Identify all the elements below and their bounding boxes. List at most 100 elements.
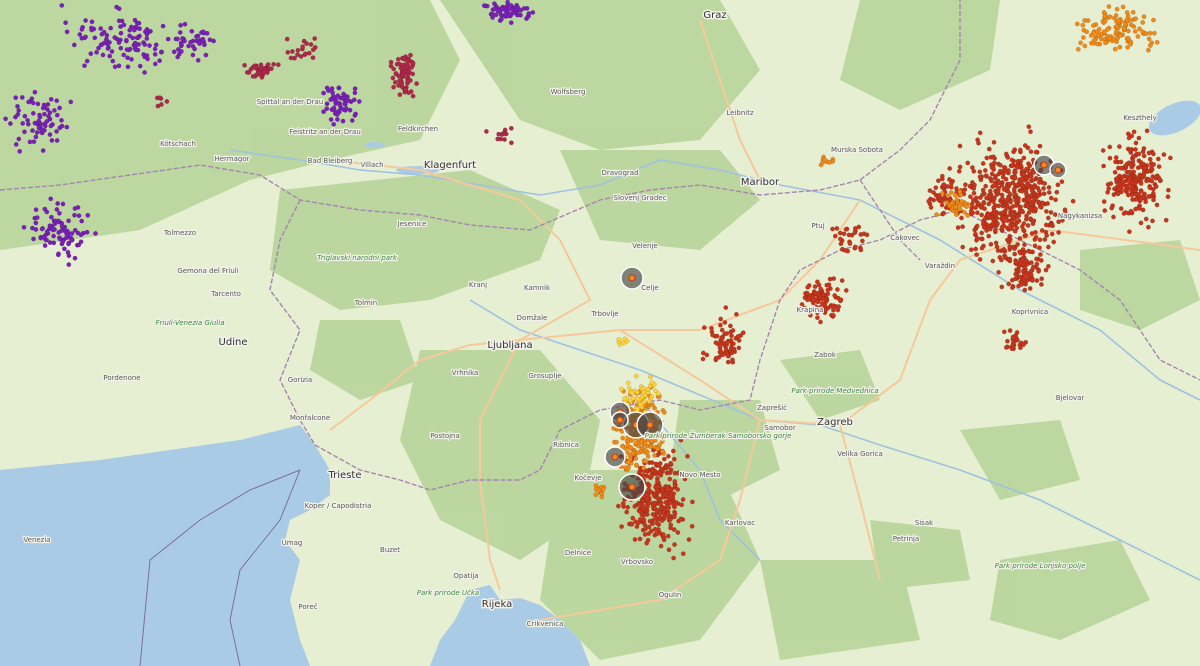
lightning-strike-67 (157, 58, 163, 64)
lightning-strike-973 (1031, 218, 1037, 224)
lightning-strike-106 (104, 37, 109, 43)
lightning-strike-162 (27, 139, 33, 145)
lightning-strike-2346 (655, 446, 660, 452)
lightning-strike-2394 (599, 491, 605, 496)
lightning-strike-83 (132, 45, 138, 51)
lightning-strike-321 (328, 117, 334, 122)
lightning-strike-603 (965, 160, 971, 166)
lightning-strike-915 (986, 146, 992, 152)
lightning-strike-965 (975, 210, 980, 216)
lightning-strike-1625 (736, 337, 742, 343)
lightning-strike-1369 (1028, 272, 1034, 278)
lightning-strike-907 (989, 178, 994, 184)
place-label-keszthely: Keszthely (1123, 114, 1156, 122)
lightning-strike-1827 (625, 504, 631, 510)
lightning-strike-539 (397, 61, 402, 67)
lightning-strike-2013 (1117, 44, 1123, 50)
lightning-strike-883 (993, 240, 999, 246)
lightning-strike-1113 (1136, 135, 1142, 141)
lightning-strike-349 (356, 99, 362, 104)
lightning-strike-919 (1054, 189, 1060, 195)
lightning-strike-1019 (1025, 203, 1031, 209)
lightning-strike-386 (508, 20, 514, 26)
place-label-zagreb: Zagreb (817, 417, 853, 428)
lightning-strike-140 (34, 130, 40, 135)
lightning-strike-2270 (645, 454, 651, 459)
lightning-strike-170 (16, 136, 22, 142)
lightning-strike-1631 (730, 359, 736, 365)
lightning-strike-173 (42, 111, 47, 117)
lightning-map[interactable]: Graz Klagenfurt Maribor Ljubljana Zagreb Trie… (0, 0, 1200, 666)
lightning-strike-1946 (652, 526, 658, 532)
lightning-strike-257 (60, 239, 66, 245)
place-label-kamnik: Kamnik (524, 284, 551, 292)
strike-cluster-marker[interactable] (618, 473, 646, 501)
lightning-strike-1238 (1111, 192, 1117, 198)
lightning-strike-306 (188, 39, 194, 45)
lightning-strike-515 (390, 75, 396, 81)
lightning-strike-1053 (1022, 143, 1028, 148)
lightning-strike-1054 (989, 165, 995, 170)
place-label-tarcento: Tarcento (210, 290, 241, 298)
lightning-strike-256 (72, 255, 78, 261)
lightning-strike-239 (54, 207, 60, 212)
lightning-strike-198 (65, 249, 71, 255)
lightning-strike-528 (403, 87, 409, 93)
lightning-strike-1293 (1140, 207, 1146, 213)
lightning-strike-122 (54, 128, 59, 134)
lightning-strike-291 (189, 28, 195, 34)
strike-cluster-marker[interactable] (1049, 161, 1067, 179)
lightning-strike-1768 (632, 503, 638, 509)
lightning-strike-869 (1017, 147, 1023, 153)
lightning-strike-2037 (1091, 23, 1096, 28)
lightning-strike-1000 (1010, 204, 1016, 209)
lightning-strike-1901 (640, 498, 646, 504)
lightning-strike-230 (31, 236, 36, 242)
place-label-velenje: Velenje (632, 242, 658, 250)
lightning-strike-1446 (937, 195, 943, 201)
lightning-strike-188 (33, 220, 39, 226)
lightning-strike-1927 (686, 537, 692, 542)
strike-cluster-marker[interactable] (604, 446, 626, 468)
lightning-strike-45 (142, 70, 148, 75)
lightning-strike-1281 (1127, 169, 1133, 175)
lightning-strike-1840 (660, 494, 666, 500)
lightning-strike-732 (1026, 210, 1032, 216)
lightning-strike-86 (79, 26, 85, 32)
lightning-strike-1422 (926, 198, 932, 204)
lightning-strike-467 (244, 70, 250, 75)
lightning-strike-89 (142, 42, 148, 47)
lightning-strike-126 (59, 123, 65, 129)
lightning-strike-158 (30, 110, 36, 116)
lightning-strike-2303 (648, 444, 654, 450)
lightning-strike-1049 (980, 192, 985, 198)
lightning-strike-1499 (805, 284, 811, 290)
lightning-strike-1051 (992, 182, 998, 188)
lightning-strike-2438 (640, 385, 646, 391)
lightning-strike-297 (178, 22, 184, 28)
lightning-strike-233 (69, 237, 75, 243)
strike-cluster-marker[interactable] (611, 411, 629, 429)
lightning-strike-1930 (666, 547, 672, 553)
lightning-strike-1043 (1023, 188, 1029, 194)
lightning-strike-1948 (643, 526, 648, 532)
lightning-strike-1935 (668, 522, 674, 528)
lightning-strike-1199 (1106, 186, 1112, 192)
lightning-strike-977 (1019, 176, 1025, 182)
lightning-strike-9 (98, 26, 104, 31)
lightning-strike-1278 (1131, 129, 1137, 135)
lightning-strike-1878 (680, 551, 686, 557)
lightning-strike-633 (1025, 223, 1031, 228)
lightning-strike-1241 (1151, 197, 1156, 203)
lightning-strike-695 (1044, 208, 1049, 214)
lightning-strike-463 (265, 62, 271, 67)
lightning-strike-1533 (815, 279, 820, 285)
place-label-ribnica: Ribnica (553, 441, 579, 449)
lightning-strike-299 (190, 52, 196, 58)
lightning-strike-79 (84, 58, 90, 64)
strike-cluster-marker[interactable] (620, 266, 644, 290)
lightning-strike-535 (405, 78, 410, 84)
lightning-strike-1017 (1009, 163, 1015, 169)
lightning-strike-1704 (672, 542, 677, 547)
lightning-strike-104 (101, 29, 107, 35)
